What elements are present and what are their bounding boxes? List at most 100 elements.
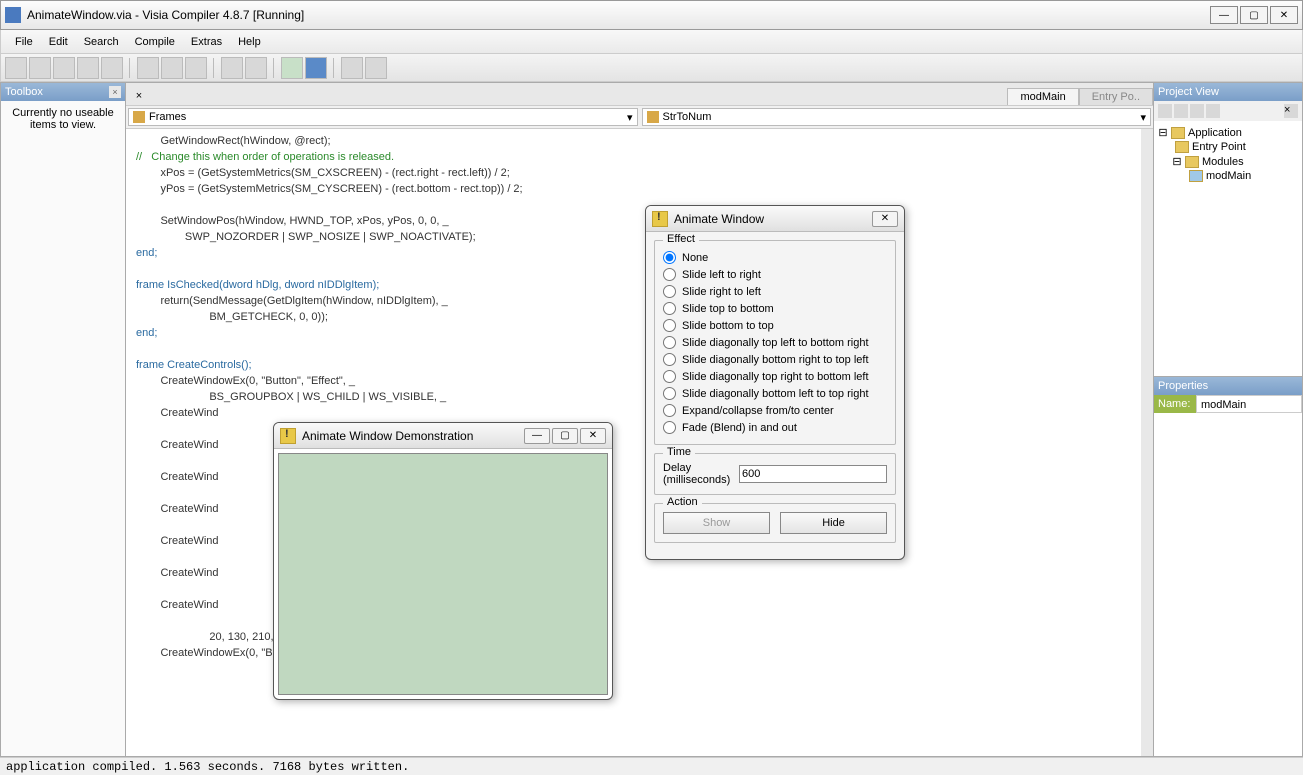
status-bar: application compiled. 1.563 seconds. 716…: [0, 757, 1303, 775]
navigation-dropdowns: Frames ▾ StrToNum ▾: [126, 105, 1153, 129]
toolbox-close-icon[interactable]: ×: [109, 86, 121, 98]
menu-search[interactable]: Search: [76, 32, 127, 52]
window-title: AnimateWindow.via - Visia Compiler 4.8.7…: [27, 8, 1210, 22]
project-view-titlebar: Project View: [1154, 83, 1302, 101]
toolbox-titlebar: Toolbox ×: [1, 83, 125, 101]
tb-open-icon[interactable]: [29, 57, 51, 79]
frames-dropdown[interactable]: Frames ▾: [128, 108, 638, 126]
hide-button[interactable]: Hide: [780, 512, 887, 534]
effect-radio[interactable]: [663, 319, 676, 332]
maximize-button[interactable]: ▢: [1240, 6, 1268, 24]
project-view-panel: Project View × ⊟ Application Entry Point: [1153, 82, 1303, 377]
demo-maximize-button[interactable]: ▢: [552, 428, 578, 444]
tb-paste-icon[interactable]: [185, 57, 207, 79]
chevron-down-icon: ▾: [1140, 111, 1146, 124]
demo-titlebar[interactable]: Animate Window Demonstration — ▢ ✕: [274, 423, 612, 449]
effect-radio[interactable]: [663, 302, 676, 315]
property-name-value[interactable]: modMain: [1196, 395, 1302, 413]
minimize-button[interactable]: —: [1210, 6, 1238, 24]
tree-node-modmain[interactable]: modMain: [1158, 169, 1298, 183]
animate-dialog: Animate Window ✕ Effect NoneSlide left t…: [645, 205, 905, 560]
effect-radio-row: Fade (Blend) in and out: [663, 419, 887, 436]
pv-tool-icon[interactable]: [1158, 104, 1172, 118]
action-legend: Action: [663, 496, 702, 508]
show-button[interactable]: Show: [663, 512, 770, 534]
pv-close-icon[interactable]: ×: [1284, 104, 1298, 118]
tab-modmain[interactable]: modMain: [1007, 88, 1078, 105]
tb-options-icon[interactable]: [341, 57, 363, 79]
delay-label: Delay (milliseconds): [663, 462, 731, 486]
tb-new-icon[interactable]: [5, 57, 27, 79]
frames-icon: [133, 111, 145, 123]
module-icon: [1189, 170, 1203, 182]
effect-radio[interactable]: [663, 353, 676, 366]
tab-entrypoint[interactable]: Entry Po..: [1079, 88, 1153, 105]
tb-undo-icon[interactable]: [221, 57, 243, 79]
effect-radio[interactable]: [663, 370, 676, 383]
tb-saveall-icon[interactable]: [77, 57, 99, 79]
effect-radio[interactable]: [663, 251, 676, 264]
effect-label: Slide diagonally bottom left to top righ…: [682, 388, 869, 400]
tb-stop-icon[interactable]: [305, 57, 327, 79]
node-label: Application: [1188, 127, 1242, 139]
effect-radio-row: Slide top to bottom: [663, 300, 887, 317]
tb-copy-icon[interactable]: [161, 57, 183, 79]
time-legend: Time: [663, 446, 695, 458]
tb-grid-icon[interactable]: [365, 57, 387, 79]
warning-icon: [280, 428, 296, 444]
demo-close-button[interactable]: ✕: [580, 428, 606, 444]
menu-compile[interactable]: Compile: [127, 32, 183, 52]
app-icon: [5, 7, 21, 23]
dialog-close-button[interactable]: ✕: [872, 211, 898, 227]
effect-label: Fade (Blend) in and out: [682, 422, 797, 434]
menu-edit[interactable]: Edit: [41, 32, 76, 52]
tree-node-entrypoint[interactable]: Entry Point: [1158, 140, 1298, 154]
effect-radio[interactable]: [663, 268, 676, 281]
effect-radio[interactable]: [663, 285, 676, 298]
toolbar: [0, 54, 1303, 82]
expand-icon[interactable]: ⊟: [1158, 126, 1168, 139]
tb-run-icon[interactable]: [281, 57, 303, 79]
effect-radio[interactable]: [663, 387, 676, 400]
action-groupbox: Action Show Hide: [654, 503, 896, 543]
demo-client-area: [278, 453, 608, 695]
properties-panel: Properties Name: modMain: [1153, 377, 1303, 757]
chevron-down-icon: ▾: [627, 111, 633, 124]
tree-node-application[interactable]: ⊟ Application: [1158, 125, 1298, 140]
tree-node-modules[interactable]: ⊟ Modules: [1158, 154, 1298, 169]
scrollbar-vertical[interactable]: [1141, 129, 1153, 756]
close-button[interactable]: ✕: [1270, 6, 1298, 24]
demo-minimize-button[interactable]: —: [524, 428, 550, 444]
property-name-label: Name:: [1154, 395, 1196, 413]
tb-cut-icon[interactable]: [137, 57, 159, 79]
node-label: Entry Point: [1192, 141, 1246, 153]
effect-label: Expand/collapse from/to center: [682, 405, 834, 417]
pv-tool-icon[interactable]: [1206, 104, 1220, 118]
effect-radio[interactable]: [663, 336, 676, 349]
tb-print-icon[interactable]: [101, 57, 123, 79]
node-label: Modules: [1202, 156, 1244, 168]
toolbox-message: Currently no useable items to view.: [1, 101, 125, 756]
pv-tool-icon[interactable]: [1174, 104, 1188, 118]
expand-icon[interactable]: ⊟: [1172, 155, 1182, 168]
tb-save-icon[interactable]: [53, 57, 75, 79]
tb-redo-icon[interactable]: [245, 57, 267, 79]
delay-input[interactable]: [739, 465, 887, 483]
menu-help[interactable]: Help: [230, 32, 269, 52]
effect-label: Slide diagonally bottom right to top lef…: [682, 354, 869, 366]
menu-file[interactable]: File: [7, 32, 41, 52]
effect-label: Slide diagonally top right to bottom lef…: [682, 371, 869, 383]
effect-radio[interactable]: [663, 404, 676, 417]
tabbar: × modMain Entry Po..: [126, 83, 1153, 105]
close-tab-button[interactable]: ×: [130, 87, 148, 105]
warning-icon: [652, 211, 668, 227]
folder-icon: [1175, 141, 1189, 153]
dialog-titlebar[interactable]: Animate Window ✕: [646, 206, 904, 232]
effect-radio-row: Slide diagonally bottom right to top lef…: [663, 351, 887, 368]
project-view-title: Project View: [1158, 86, 1219, 98]
effect-radio[interactable]: [663, 421, 676, 434]
menu-extras[interactable]: Extras: [183, 32, 230, 52]
members-dropdown[interactable]: StrToNum ▾: [642, 108, 1152, 126]
pv-tool-icon[interactable]: [1190, 104, 1204, 118]
separator: [333, 58, 335, 78]
